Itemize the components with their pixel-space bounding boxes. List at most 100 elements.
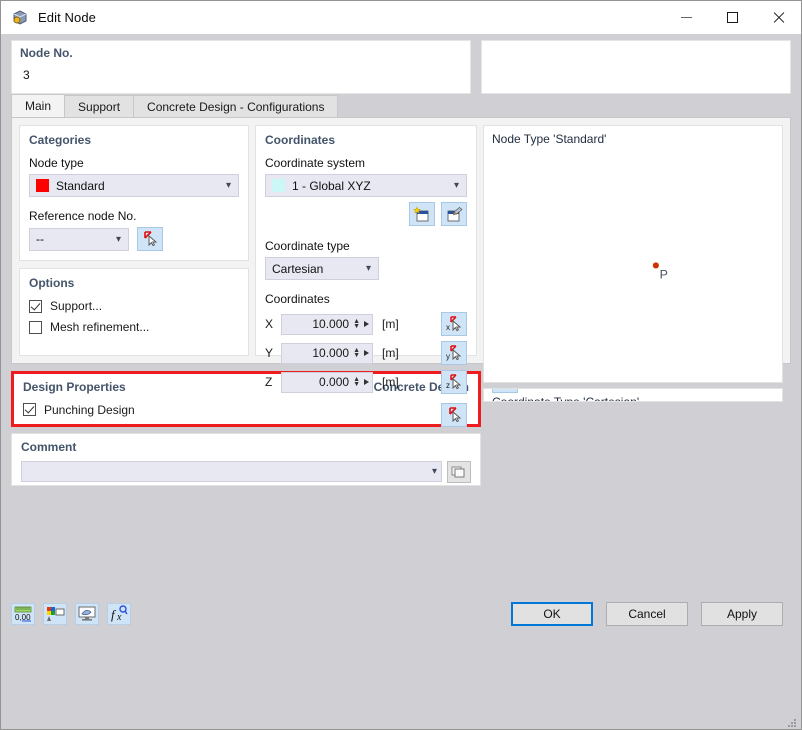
ok-button[interactable]: OK (511, 601, 593, 626)
tab-support-label: Support (78, 99, 121, 114)
ok-button-label: OK (543, 606, 561, 621)
coordinate-type-preview-title: Coordinate Type 'Cartesian' (492, 395, 640, 402)
reference-node-label: Reference node No. (29, 209, 137, 223)
pick-z-icon: z (446, 374, 461, 390)
reference-node-select[interactable]: -- ▾ (29, 227, 129, 251)
coordinate-system-select[interactable]: 1 - Global XYZ ▾ (265, 174, 467, 197)
coordinate-type-preview: Coordinate Type 'Cartesian' X Y Z (483, 388, 783, 402)
node-type-value: Standard (56, 178, 105, 193)
close-icon (772, 11, 785, 24)
extra-pick-row (265, 403, 467, 427)
display-properties-icon (47, 606, 65, 621)
display-properties-button[interactable] (43, 602, 67, 625)
node-type-select[interactable]: Standard ▾ (29, 174, 239, 197)
svg-text:P: P (660, 268, 668, 282)
middle-column: Coordinates Coordinate system 1 - Global… (255, 125, 477, 427)
new-coordinate-system-icon (413, 206, 429, 221)
tab-concrete-design-configurations[interactable]: Concrete Design - Configurations (133, 95, 339, 117)
chevron-down-icon: ▾ (453, 180, 459, 191)
apply-button[interactable]: Apply (701, 601, 783, 626)
coordinates-title: Coordinates (265, 133, 336, 147)
pick-x-button[interactable]: x (441, 312, 467, 336)
pick-point-icon (448, 407, 461, 423)
node-type-color-swatch (36, 179, 49, 192)
render-view-button[interactable] (492, 388, 518, 393)
units-decimal-places-button[interactable]: 0,00 (11, 602, 35, 625)
chevron-down-icon: ▾ (115, 233, 121, 245)
window-controls (663, 1, 801, 34)
coordinate-z-stepper[interactable]: 0.000 ▲ ▼ (281, 371, 373, 393)
coordinate-row-x: X 10.000 ▲ ▼ [m] x (265, 312, 467, 336)
coordinate-y-label: Y (265, 346, 274, 360)
pick-y-button[interactable]: y (441, 341, 467, 365)
coordinate-z-label: Z (265, 375, 273, 389)
units-decimal-places-icon: 0,00 (14, 606, 32, 622)
coordinate-y-stepper[interactable]: 10.000 ▲ ▼ (281, 342, 373, 364)
pick-z-button[interactable]: z (441, 370, 467, 394)
render-settings-button[interactable] (75, 602, 99, 625)
node-type-preview-graphic: P (652, 262, 668, 282)
punching-design-checkbox[interactable] (23, 403, 36, 416)
cancel-button[interactable]: Cancel (606, 601, 688, 626)
coordinate-type-value: Cartesian (272, 261, 324, 276)
minimize-button[interactable] (663, 1, 709, 34)
option-support[interactable]: Support... (29, 299, 239, 313)
design-properties-title: Design Properties (23, 379, 126, 394)
comment-templates-button[interactable] (447, 460, 471, 483)
stepper-expand-icon[interactable] (364, 321, 369, 327)
stepper-expand-icon[interactable] (364, 350, 369, 356)
stepper-arrows-icon[interactable]: ▲ ▼ (353, 376, 362, 388)
tab-main[interactable]: Main (11, 94, 66, 117)
coordinate-y-unit: [m] (382, 346, 399, 360)
title-bar: Edit Node (1, 1, 801, 34)
options-group: Options Support... Mesh refinement... (19, 268, 249, 356)
node-no-label: Node No. (20, 46, 73, 60)
options-title: Options (29, 276, 75, 290)
stepper-arrows-icon[interactable]: ▲ ▼ (353, 347, 362, 359)
node-type-preview: Node Type 'Standard' P (483, 125, 783, 383)
comment-title: Comment (21, 439, 77, 454)
coordinate-x-stepper[interactable]: 10.000 ▲ ▼ (281, 313, 373, 335)
coordinate-x-label: X (265, 317, 274, 331)
node-type-preview-title: Node Type 'Standard' (492, 132, 607, 146)
new-coordinate-system-button[interactable] (409, 202, 435, 226)
comment-input[interactable]: ▾ (21, 461, 442, 482)
resize-grip[interactable] (788, 717, 798, 727)
comment-group: Comment ▾ (11, 432, 481, 486)
node-no-group: Node No. (11, 40, 471, 94)
svg-text:y: y (446, 352, 450, 361)
window-title: Edit Node (38, 10, 96, 25)
maximize-button[interactable] (709, 1, 755, 34)
formula-parameters-button[interactable]: f x (107, 602, 131, 625)
reference-node-row: -- ▾ (29, 227, 239, 251)
edit-coordinate-system-button[interactable] (441, 202, 467, 226)
coordinates-group: Coordinates Coordinate system 1 - Global… (255, 125, 477, 427)
coordinate-system-actions (265, 202, 467, 226)
coordinate-row-z: Z 0.000 ▲ ▼ [m] z (265, 370, 467, 394)
stepper-arrows-icon[interactable]: ▲ ▼ (353, 318, 362, 330)
maximize-icon (726, 12, 738, 23)
chevron-down-icon: ▾ (431, 466, 437, 477)
top-right-panel (481, 40, 791, 94)
node-no-input[interactable] (20, 64, 462, 85)
right-column: Node Type 'Standard' P Coordinate Type '… (483, 125, 783, 402)
coordinate-system-label: Coordinate system (265, 156, 366, 170)
support-checkbox[interactable] (29, 299, 42, 313)
stepper-expand-icon[interactable] (364, 379, 369, 385)
apply-button-label: Apply (726, 606, 758, 621)
pick-point-button[interactable] (441, 403, 467, 427)
option-mesh-refinement[interactable]: Mesh refinement... (29, 320, 239, 334)
mesh-refinement-checkbox[interactable] (29, 320, 42, 334)
pick-node-button[interactable] (137, 227, 163, 251)
pick-y-icon: y (446, 345, 461, 361)
svg-text:z: z (446, 381, 450, 390)
tab-main-label: Main (25, 99, 52, 113)
coordinate-system-value: 1 - Global XYZ (292, 178, 371, 193)
punching-design-label: Punching Design (44, 402, 135, 417)
close-button[interactable] (755, 1, 801, 34)
coordinate-z-value: 0.000 (319, 375, 350, 389)
tab-support[interactable]: Support (64, 95, 135, 117)
coordinate-type-select[interactable]: Cartesian ▾ (265, 257, 379, 280)
edit-coordinate-system-icon (447, 206, 463, 221)
render-view-icon (496, 388, 514, 390)
